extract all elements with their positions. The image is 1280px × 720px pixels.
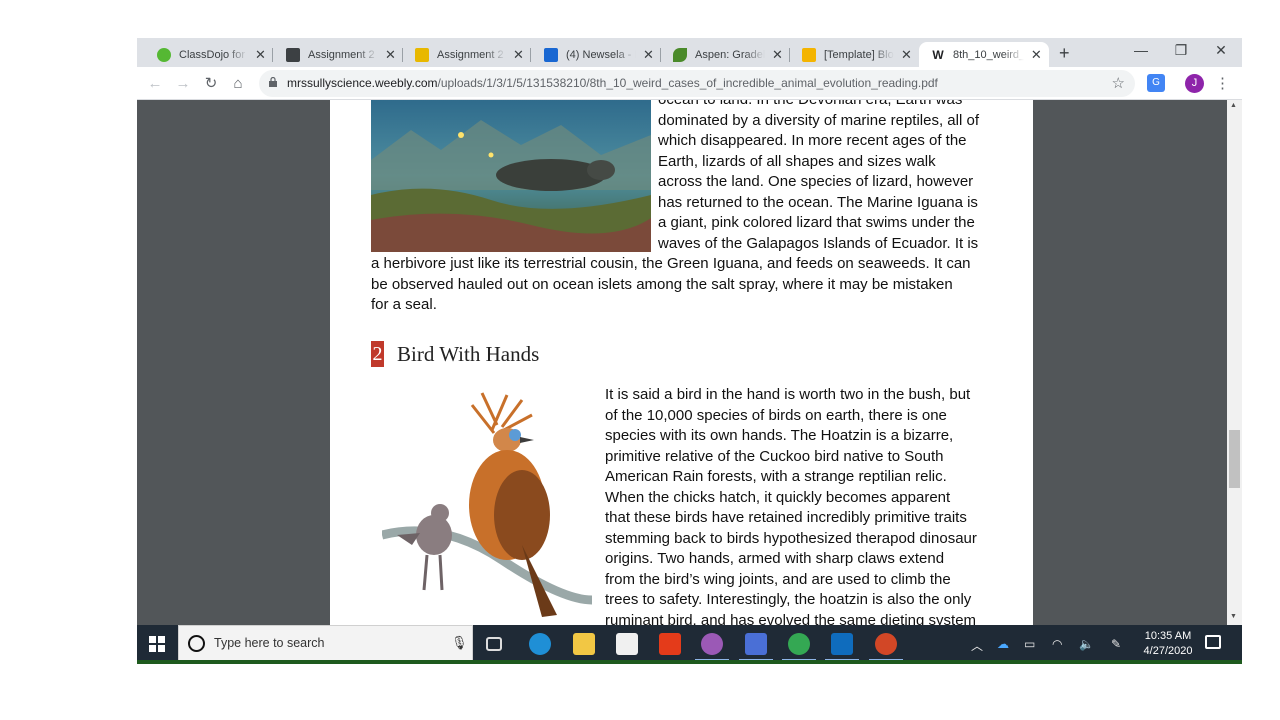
chrome-profile-icon[interactable]	[788, 633, 810, 655]
translate-extension-icon[interactable]: G	[1147, 74, 1165, 92]
screen: ClassDojo for Te ✕ Assignment 2 Cl ✕ Ass…	[137, 38, 1242, 664]
home-button[interactable]: ⌂	[227, 73, 249, 95]
tab-aspen-gradebook[interactable]: Aspen: Gradebo ✕	[661, 42, 790, 67]
system-clock[interactable]: 10:35 AM 4/27/2020	[1133, 629, 1203, 659]
lock-icon	[269, 77, 277, 87]
tab-newsela[interactable]: (4) Newsela - Ev ✕	[532, 42, 661, 67]
tab-close-icon[interactable]: ✕	[254, 47, 267, 63]
tab-pdf-active[interactable]: W 8th_10_weird_ca ✕	[919, 42, 1049, 67]
reload-button[interactable]: ↻	[200, 73, 222, 95]
show-hidden-icons-chevron-icon[interactable]: ︿	[971, 637, 983, 654]
section-heading: 2 Bird With Hands	[371, 341, 539, 367]
battery-icon[interactable]: ▭	[1024, 637, 1035, 651]
outlook-icon[interactable]	[831, 633, 853, 655]
file-explorer-icon[interactable]	[573, 633, 595, 655]
powerpoint-icon[interactable]	[875, 633, 897, 655]
taskbar-accent-bar	[137, 660, 1242, 664]
task-view-icon[interactable]	[486, 637, 502, 651]
tab-classdojo[interactable]: ClassDojo for Te ✕	[145, 42, 273, 67]
volume-icon[interactable]: 🔈	[1079, 637, 1094, 651]
office-icon[interactable]	[659, 633, 681, 655]
forward-button[interactable]: →	[172, 73, 194, 95]
pdf-page: ocean to land. In the Devonian era, Eart…	[330, 100, 1033, 625]
windows-taskbar: Type here to search 🎙 ︿ ☁ ▭ ◠ 🔈 ✎ 10:35 …	[137, 625, 1242, 664]
classroom-icon	[286, 47, 300, 62]
tab-assignment-2-b[interactable]: Assignment 2 Cl ✕	[403, 42, 531, 67]
new-tab-button[interactable]: +	[1059, 43, 1070, 64]
clock-date: 4/27/2020	[1143, 645, 1193, 657]
close-window-button[interactable]: ✕	[1201, 42, 1241, 59]
address-bar[interactable]: mrssullyscience.weebly.com/uploads/1/3/1…	[259, 70, 1135, 97]
tab-close-icon[interactable]: ✕	[900, 47, 913, 63]
profile-avatar[interactable]: J	[1185, 74, 1204, 93]
minimize-button[interactable]: —	[1121, 42, 1161, 58]
classroom-icon	[415, 47, 429, 62]
section-number: 2	[371, 341, 384, 367]
pen-icon[interactable]: ✎	[1111, 637, 1121, 651]
slides-icon	[802, 47, 816, 62]
pdf-viewer[interactable]: ocean to land. In the Devonian era, Eart…	[137, 100, 1242, 625]
tab-assignment-2-a[interactable]: Assignment 2 Cl ✕	[274, 42, 403, 67]
section-title: Bird With Hands	[397, 341, 540, 366]
store-icon[interactable]	[616, 633, 638, 655]
url-text: mrssullyscience.weebly.com/uploads/1/3/1…	[287, 76, 938, 90]
back-button[interactable]: ←	[144, 73, 166, 95]
browser-toolbar: ← → ↻ ⌂ mrssullyscience.weebly.com/uploa…	[137, 67, 1242, 100]
marine-iguana-photo	[371, 100, 651, 252]
newsela-icon	[544, 47, 558, 62]
cortana-icon	[188, 635, 205, 652]
taskbar-search-box[interactable]: Type here to search 🎙	[178, 625, 473, 661]
hoatzin-illustration	[380, 385, 593, 625]
iguana-paragraph-wrapped: ocean to land. In the Devonian era, Eart…	[658, 100, 979, 252]
windows-start-icon[interactable]	[149, 636, 165, 652]
onedrive-icon[interactable]: ☁	[997, 637, 1009, 651]
restore-button[interactable]: ❐	[1161, 42, 1201, 59]
scroll-down-arrow-icon[interactable]: ▼	[1230, 613, 1237, 620]
classdojo-icon	[157, 47, 171, 62]
edge-icon[interactable]	[529, 633, 551, 655]
weebly-icon: W	[932, 47, 944, 62]
wifi-icon[interactable]: ◠	[1052, 637, 1062, 651]
aspen-icon	[673, 47, 687, 62]
chrome-icon[interactable]	[701, 633, 723, 655]
iguana-paragraph-full: a herbivore just like its terrestrial co…	[371, 255, 971, 313]
scrollbar-thumb[interactable]	[1229, 430, 1240, 488]
microphone-icon[interactable]: 🎙	[451, 635, 468, 651]
tab-close-icon[interactable]: ✕	[642, 47, 655, 63]
search-placeholder: Type here to search	[214, 636, 325, 650]
tab-strip: ClassDojo for Te ✕ Assignment 2 Cl ✕ Ass…	[137, 38, 1242, 67]
scroll-up-arrow-icon[interactable]: ▲	[1230, 102, 1237, 109]
vertical-scrollbar[interactable]: ▲ ▼	[1227, 100, 1242, 625]
tab-close-icon[interactable]: ✕	[771, 47, 784, 63]
tab-template-block[interactable]: [Template] Block ✕	[790, 42, 919, 67]
tab-close-icon[interactable]: ✕	[1030, 47, 1043, 63]
hoatzin-paragraph: It is said a bird in the hand is worth t…	[605, 386, 977, 625]
tab-close-icon[interactable]: ✕	[384, 47, 397, 63]
tab-close-icon[interactable]: ✕	[512, 47, 525, 63]
teams-icon[interactable]	[745, 633, 767, 655]
bookmark-star-icon[interactable]: ☆	[1112, 74, 1125, 92]
clock-time: 10:35 AM	[1144, 630, 1192, 642]
browser-menu-icon[interactable]: ⋮	[1215, 74, 1230, 92]
action-center-icon[interactable]	[1205, 635, 1221, 649]
